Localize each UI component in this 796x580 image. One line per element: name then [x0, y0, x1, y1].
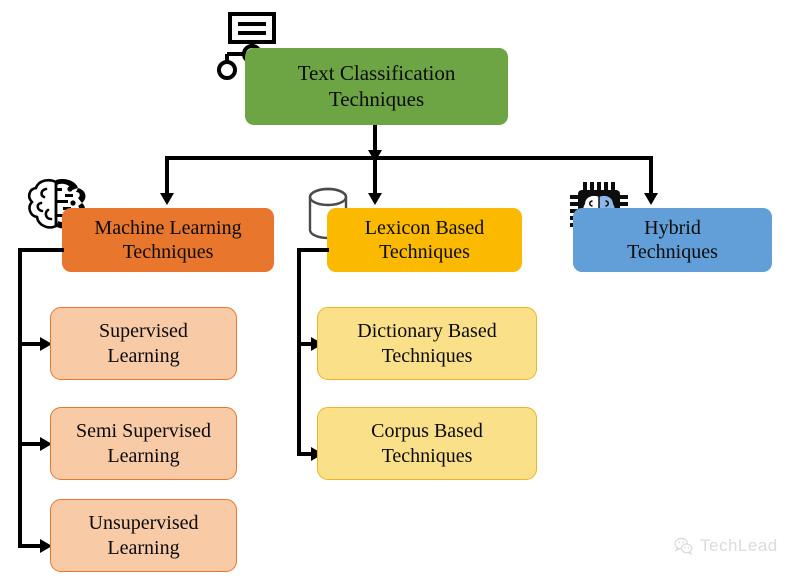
watermark-label: TechLead: [700, 536, 778, 555]
node-label: Machine Learning Techniques: [94, 216, 242, 263]
node-label: Semi Supervised Learning: [76, 420, 211, 467]
connector-lexicon-spine: [297, 248, 301, 456]
connector-root-stem: [373, 125, 377, 152]
connector-drop-ml: [165, 156, 169, 195]
node-label: Unsupervised Learning: [88, 512, 199, 559]
connector-ml-spine: [18, 248, 22, 548]
arrow-hybrid-down: [644, 193, 658, 205]
wechat-logo-icon: [674, 537, 693, 556]
connector-lexicon-exit: [297, 248, 329, 252]
node-corpus-based-techniques[interactable]: Corpus Based Techniques: [317, 407, 537, 480]
node-unsupervised-learning[interactable]: Unsupervised Learning: [50, 499, 237, 572]
node-label: Hybrid Techniques: [627, 216, 718, 263]
connector-drop-lexicon: [373, 156, 377, 195]
node-supervised-learning[interactable]: Supervised Learning: [50, 307, 237, 380]
node-label: Dictionary Based Techniques: [357, 320, 497, 367]
node-machine-learning-techniques[interactable]: Machine Learning Techniques: [62, 208, 274, 272]
node-dictionary-based-techniques[interactable]: Dictionary Based Techniques: [317, 307, 537, 380]
connector-ml-exit: [18, 248, 64, 252]
connector-bus-horizontal: [165, 156, 653, 160]
arrow-ml-down: [160, 193, 174, 205]
arrow-lexicon-down: [368, 193, 382, 205]
watermark: TechLead: [674, 536, 778, 556]
node-text-classification-techniques[interactable]: Text Classification Techniques: [245, 48, 508, 125]
node-label: Text Classification Techniques: [297, 60, 456, 111]
node-label: Lexicon Based Techniques: [364, 216, 485, 263]
node-label: Corpus Based Techniques: [371, 420, 483, 467]
node-hybrid-techniques[interactable]: Hybrid Techniques: [573, 208, 772, 272]
diagram-canvas: Text Classification Techniques Machine L…: [0, 0, 796, 580]
connector-drop-hybrid: [649, 156, 653, 195]
node-label: Supervised Learning: [99, 320, 188, 367]
node-semi-supervised-learning[interactable]: Semi Supervised Learning: [50, 407, 237, 480]
node-lexicon-based-techniques[interactable]: Lexicon Based Techniques: [327, 208, 522, 272]
